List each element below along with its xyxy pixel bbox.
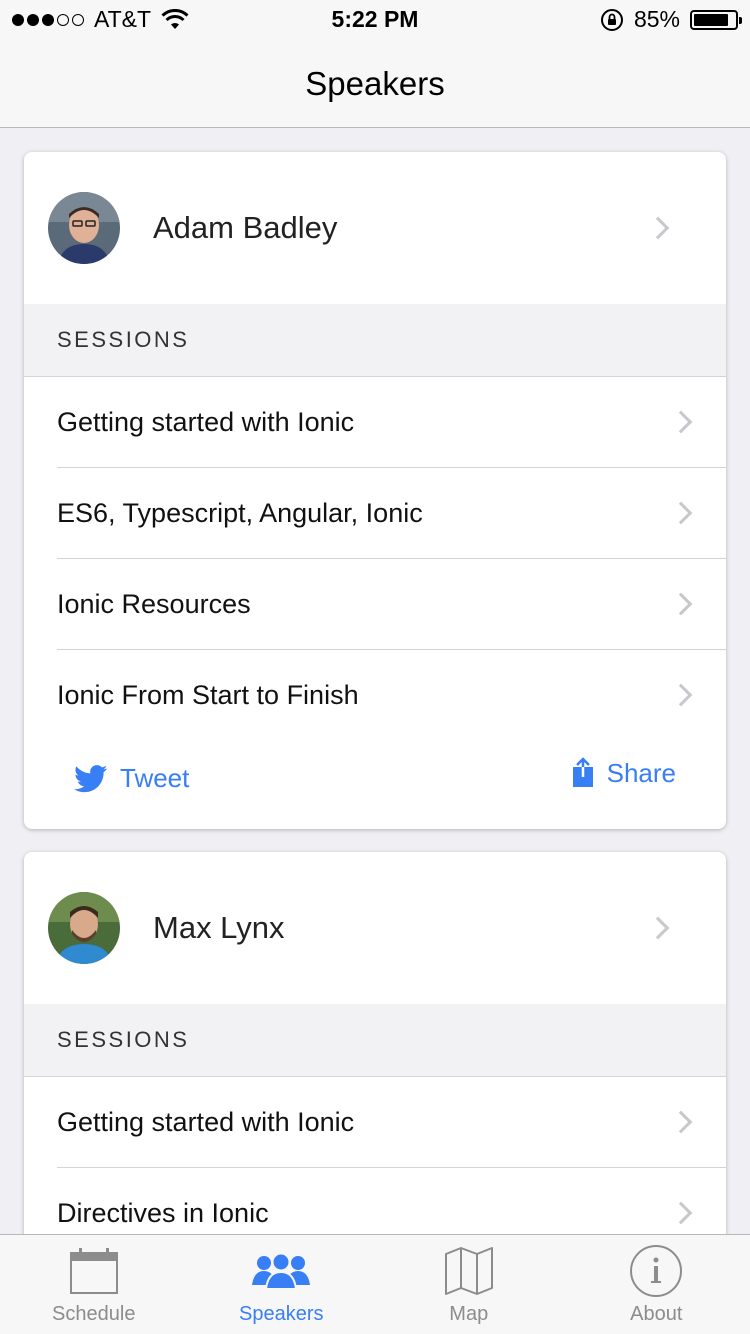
speaker-list[interactable]: Adam Badley SESSIONS Getting started wit… [0,128,750,1234]
session-title: Getting started with Ionic [57,407,355,437]
card-footer: Tweet Share [24,741,726,829]
session-title: ES6, Typescript, Angular, Ionic [57,498,423,528]
tab-label: Schedule [52,1303,136,1325]
speaker-header[interactable]: Max Lynx [24,852,726,1004]
tab-map[interactable]: Map [375,1235,563,1334]
tweet-label: Tweet [120,763,190,793]
chevron-right-icon [669,683,693,707]
tab-about[interactable]: About [563,1235,750,1334]
chevron-right-icon [669,410,693,434]
map-icon [444,1243,494,1299]
speaker-name: Max Lynx [153,910,285,945]
chevron-right-icon [669,501,693,525]
share-icon [572,757,593,787]
chevron-right-icon [646,916,670,940]
tweet-button[interactable]: Tweet [74,763,189,794]
session-title: Getting started with Ionic [57,1107,355,1137]
session-title: Ionic Resources [57,589,251,619]
nav-bar: Speakers [0,40,750,128]
session-item[interactable]: Getting started with Ionic [24,377,726,468]
page-title: Speakers [305,64,445,102]
speaker-card: Max Lynx SESSIONS Getting started with I… [24,852,726,1234]
tab-label: Map [449,1303,489,1325]
people-icon [252,1243,311,1299]
tab-speakers[interactable]: Speakers [188,1235,376,1334]
speaker-card: Adam Badley SESSIONS Getting started wit… [24,152,726,829]
status-right: 85% [600,6,742,33]
status-bar: AT&T 5:22 PM 85% [0,0,750,40]
chevron-right-icon [669,1110,693,1134]
chevron-right-icon [646,216,670,240]
battery-icon [690,9,742,30]
tab-label: Speakers [239,1303,324,1325]
info-icon [629,1243,683,1299]
avatar [48,192,120,264]
avatar [48,892,120,964]
tab-schedule[interactable]: Schedule [0,1235,188,1334]
session-item[interactable]: Ionic From Start to Finish [24,650,726,741]
share-button[interactable]: Share [571,757,676,789]
tab-label: About [630,1303,683,1325]
sessions-header: SESSIONS [24,1004,726,1077]
share-label: Share [606,757,676,788]
tab-bar: Schedule Speakers Map About [0,1234,750,1334]
speaker-name: Adam Badley [153,210,338,245]
chevron-right-icon [669,592,693,616]
session-title: Directives in Ionic [57,1198,269,1228]
twitter-icon [74,764,108,792]
calendar-icon [69,1243,119,1299]
orientation-lock-icon [600,8,623,31]
session-item[interactable]: Ionic Resources [24,559,726,650]
sessions-header: SESSIONS [24,304,726,377]
session-title: Ionic From Start to Finish [57,680,359,710]
chevron-right-icon [669,1201,693,1225]
battery-level [694,13,728,26]
speaker-header[interactable]: Adam Badley [24,152,726,304]
session-item[interactable]: ES6, Typescript, Angular, Ionic [24,468,726,559]
session-item[interactable]: Getting started with Ionic [24,1077,726,1168]
session-item[interactable]: Directives in Ionic [24,1168,726,1234]
battery-percent: 85% [633,6,680,32]
